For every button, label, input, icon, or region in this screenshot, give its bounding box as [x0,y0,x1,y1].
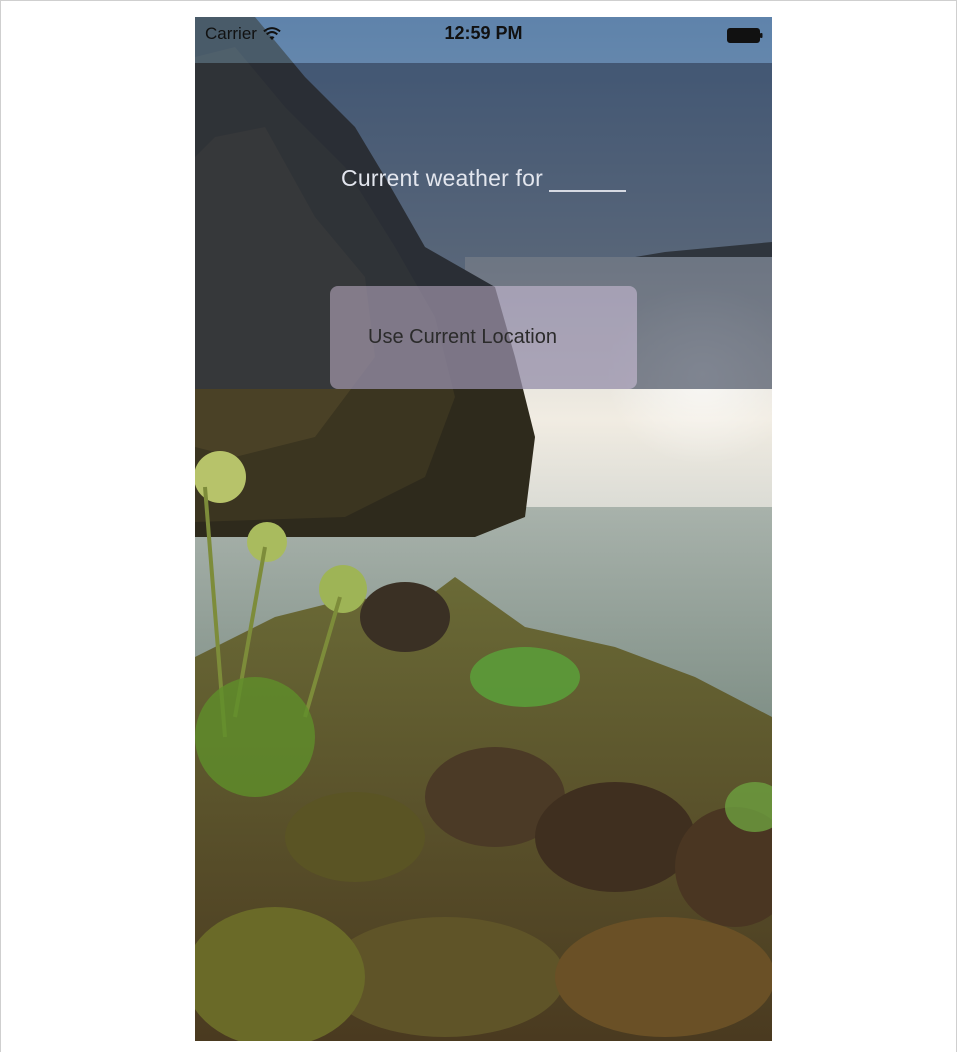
phone-screen: Carrier 12:59 PM Current weather for Use… [195,17,772,1041]
status-time: 12:59 PM [444,23,523,43]
headline-text: Current weather for [341,165,543,191]
battery-icon [727,28,763,43]
use-current-location-label: Use Current Location [368,326,557,348]
status-bar: Carrier 12:59 PM [195,17,772,63]
use-current-location-button[interactable]: Use Current Location [330,286,637,389]
location-name-blank [548,164,626,192]
weather-headline: Current weather for [195,164,772,192]
weather-header-panel: Current weather for Use Current Location [195,63,772,389]
